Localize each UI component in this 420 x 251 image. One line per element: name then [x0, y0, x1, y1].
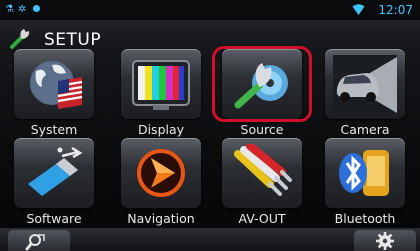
notification-icon — [33, 5, 40, 12]
system-tile[interactable]: System — [14, 49, 94, 139]
tile-label: Camera — [340, 122, 390, 137]
usb-icon: ⚗ — [5, 4, 14, 15]
navigation-tile[interactable]: Navigation — [121, 138, 201, 228]
search-button[interactable] — [8, 230, 70, 251]
av-out-tile[interactable]: AV-OUT — [222, 138, 302, 228]
bluetooth-phone-icon — [339, 150, 389, 196]
tile-label: Bluetooth — [334, 211, 396, 226]
tile-label: Navigation — [127, 211, 195, 226]
tile-label: Display — [137, 122, 185, 137]
selection-highlight — [212, 46, 312, 122]
tile-label: System — [30, 122, 78, 137]
settings-button[interactable] — [354, 230, 416, 251]
display-tile[interactable]: Display — [121, 49, 201, 139]
tile-label: Source — [240, 122, 284, 137]
usb-drive-icon — [28, 146, 83, 196]
bluetooth-tile[interactable]: Bluetooth — [325, 138, 405, 228]
color-bars-tv-icon — [132, 60, 190, 110]
tile-label: Software — [26, 211, 82, 226]
software-tile[interactable]: Software — [14, 138, 94, 228]
settings-icon: ✲ — [18, 4, 27, 15]
page-title: SETUP — [44, 30, 102, 50]
wifi-icon — [352, 4, 365, 15]
status-bar: ⚗ ✲ 12:07 — [0, 0, 420, 20]
car-camera-icon — [333, 55, 397, 113]
rca-cables-icon — [234, 144, 292, 196]
status-time: 12:07 — [378, 3, 413, 17]
navigation-arrow-icon — [137, 149, 185, 197]
wrench-icon — [10, 29, 30, 49]
setup-screen: ⚗ ✲ 12:07 SETUP System Display Source Ca… — [0, 0, 420, 251]
gear-icon — [376, 232, 394, 250]
search-zoom-icon — [25, 234, 45, 251]
tile-label: AV-OUT — [238, 211, 286, 226]
camera-tile[interactable]: Camera — [325, 49, 405, 139]
globe-flag-icon — [30, 61, 83, 109]
